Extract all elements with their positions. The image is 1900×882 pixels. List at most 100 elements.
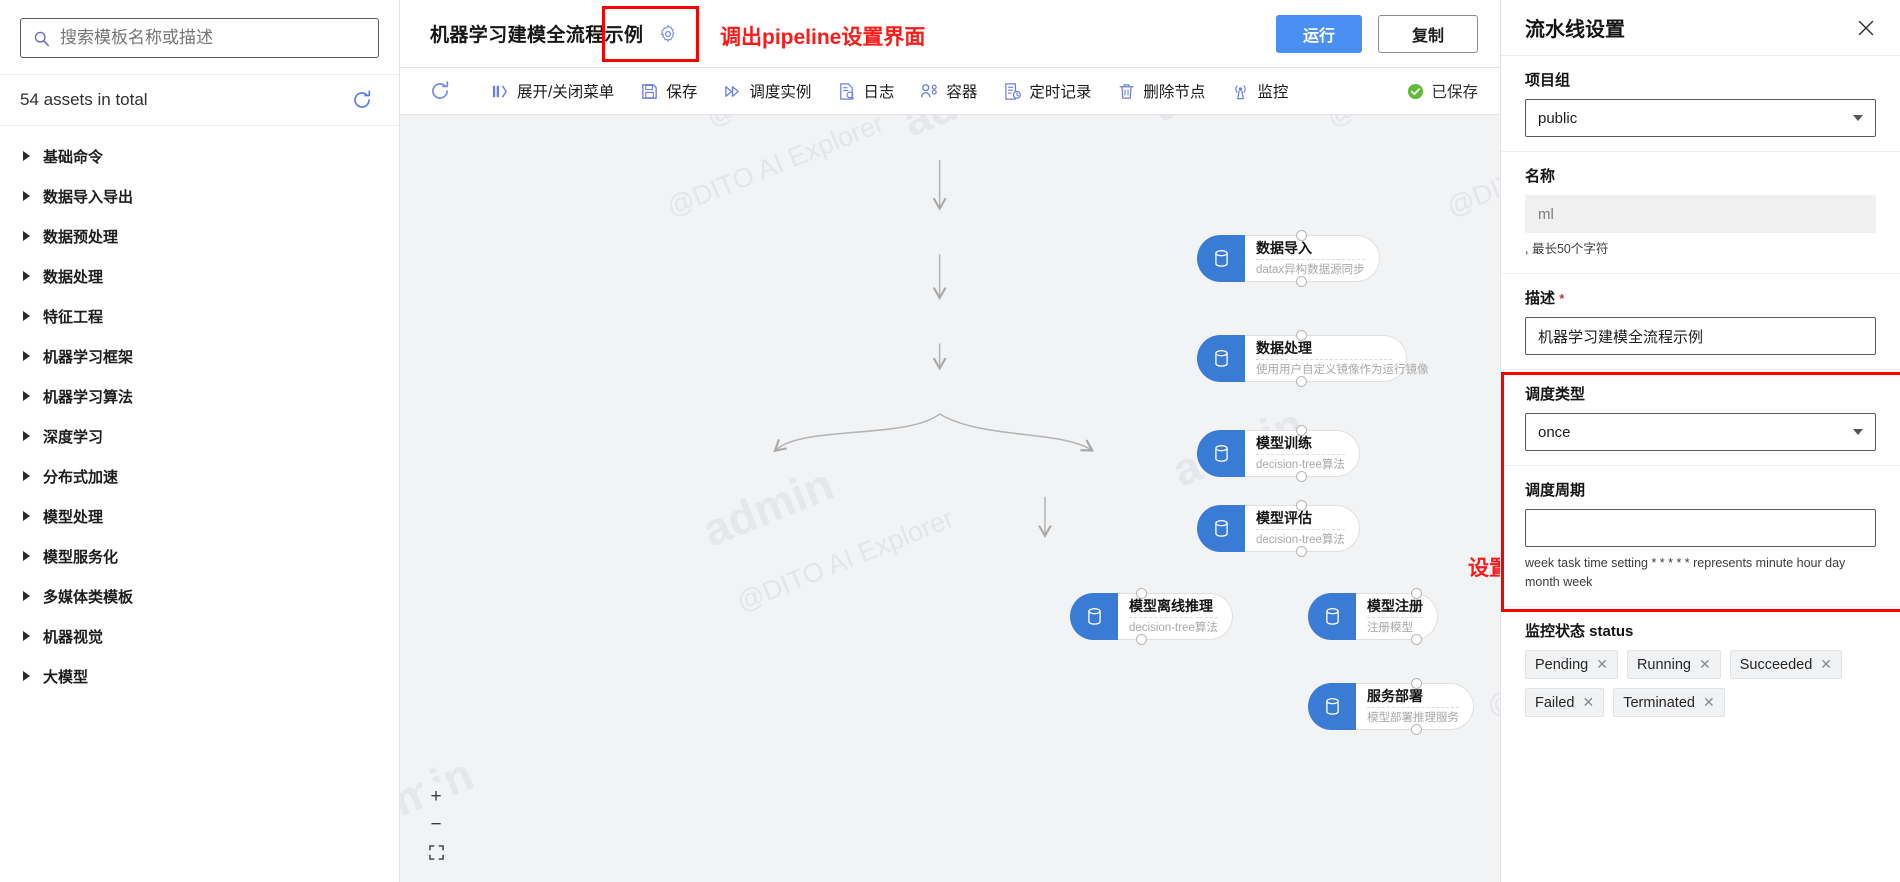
schedule-cycle-input[interactable]: [1525, 509, 1876, 547]
node-port-top[interactable]: [1296, 500, 1307, 511]
node-subtitle: decision-tree算法: [1256, 533, 1345, 546]
sidebar-item-6[interactable]: 机器学习算法: [0, 376, 399, 416]
container-icon: [921, 83, 938, 97]
remove-tag-icon[interactable]: ✕: [1583, 694, 1595, 711]
remove-tag-icon[interactable]: ✕: [1703, 694, 1715, 711]
sidebar-item-13[interactable]: 大模型: [0, 656, 399, 696]
pipeline-node-5[interactable]: 模型注册 注册模型: [1308, 588, 1500, 645]
fit-screen-icon: [428, 844, 444, 860]
status-badge: 已保存: [1407, 80, 1478, 102]
status-tag-failed[interactable]: Failed ✕: [1525, 688, 1605, 717]
copy-button[interactable]: 复制: [1378, 14, 1478, 53]
remove-tag-icon[interactable]: ✕: [1699, 656, 1711, 673]
node-title: 数据处理: [1256, 340, 1392, 360]
sidebar-item-4[interactable]: 特征工程: [0, 296, 399, 336]
sidebar-item-9[interactable]: 模型处理: [0, 496, 399, 536]
pipeline-settings-button[interactable]: [655, 21, 681, 47]
name-input[interactable]: ml: [1525, 195, 1876, 233]
sidebar-item-7[interactable]: 深度学习: [0, 416, 399, 456]
toolbar-item-schedule-record[interactable]: 定时记录: [990, 68, 1104, 114]
chevron-right-icon: [23, 351, 30, 361]
fit-screen-button[interactable]: [422, 838, 450, 866]
project-group-value: public: [1538, 109, 1578, 127]
node-port-bottom[interactable]: [1411, 724, 1422, 735]
sidebar-item-3[interactable]: 数据处理: [0, 256, 399, 296]
toolbar-item-menu-toggle[interactable]: 展开/关闭菜单: [478, 68, 627, 114]
sidebar-item-12[interactable]: 机器视觉: [0, 616, 399, 656]
node-subtitle: 注册模型: [1367, 621, 1413, 634]
schedule-type-select[interactable]: once: [1525, 413, 1876, 451]
remove-tag-icon[interactable]: ✕: [1596, 656, 1608, 673]
run-button[interactable]: 运行: [1276, 14, 1362, 53]
description-input[interactable]: 机器学习建模全流程示例: [1525, 317, 1876, 355]
node-port-bottom[interactable]: [1136, 634, 1147, 645]
status-tag-succeeded[interactable]: Succeeded ✕: [1729, 650, 1842, 679]
chevron-right-icon: [23, 591, 30, 601]
node-title: 模型注册: [1367, 598, 1423, 618]
sidebar-item-11[interactable]: 多媒体类模板: [0, 576, 399, 616]
assets-summary-row: 54 assets in total: [0, 75, 399, 126]
toolbar-item-log[interactable]: 日志: [824, 68, 907, 114]
node-port-bottom[interactable]: [1296, 376, 1307, 387]
node-title: 模型离线推理: [1129, 598, 1218, 618]
monitor-status-label: 监控状态 status: [1525, 623, 1634, 640]
node-body: 数据导入 datax异构数据源同步: [1245, 235, 1380, 282]
search-box[interactable]: [20, 18, 379, 58]
sidebar-item-2[interactable]: 数据预处理: [0, 216, 399, 256]
description-value: 机器学习建模全流程示例: [1538, 328, 1704, 346]
pipeline-node-6[interactable]: 服务部署 模型部署推理服务: [1308, 678, 1500, 735]
title-actions: 运行 复制: [1276, 14, 1478, 53]
node-body: 服务部署 模型部署推理服务: [1356, 683, 1474, 730]
sidebar-item-label: 数据导入导出: [43, 188, 134, 206]
refresh-icon[interactable]: [351, 89, 373, 111]
toolbar-item-label: 调度实例: [749, 84, 812, 101]
sidebar-item-10[interactable]: 模型服务化: [0, 536, 399, 576]
project-group-select[interactable]: public: [1525, 99, 1876, 137]
toolbar-item-monitor[interactable]: 监控: [1218, 68, 1301, 114]
node-title: 服务部署: [1367, 688, 1459, 708]
sidebar-item-1[interactable]: 数据导入导出: [0, 176, 399, 216]
node-port-bottom[interactable]: [1411, 634, 1422, 645]
trash-icon: [1119, 83, 1134, 99]
remove-tag-icon[interactable]: ✕: [1820, 656, 1832, 673]
pipeline-node-4[interactable]: 模型离线推理 decision-tree算法: [1070, 588, 1282, 645]
toolbar-item-save[interactable]: 保存: [627, 68, 710, 114]
node-port-top[interactable]: [1411, 678, 1422, 689]
search-input[interactable]: [60, 28, 366, 48]
node-port-bottom[interactable]: [1296, 546, 1307, 557]
field-schedule-type: 调度类型 once: [1501, 370, 1900, 466]
close-icon[interactable]: [1856, 18, 1876, 38]
sidebar-item-8[interactable]: 分布式加速: [0, 456, 399, 496]
toolbar-item-delete-node[interactable]: 删除节点: [1104, 68, 1218, 114]
search-section: [0, 0, 399, 75]
template-category-tree: 基础命令 数据导入导出 数据预处理 数据处理 特征工程 机器学习框架 机器学习算…: [0, 126, 399, 696]
node-port-bottom[interactable]: [1296, 471, 1307, 482]
pipeline-node-3[interactable]: 模型评估 decision-tree算法: [1197, 500, 1407, 557]
node-port-top[interactable]: [1296, 330, 1307, 341]
sidebar-item-5[interactable]: 机器学习框架: [0, 336, 399, 376]
node-port-bottom[interactable]: [1296, 276, 1307, 287]
zoom-out-button[interactable]: −: [422, 810, 450, 838]
status-tag-running[interactable]: Running ✕: [1626, 650, 1721, 679]
zoom-in-button[interactable]: +: [422, 782, 450, 810]
refresh-icon[interactable]: [428, 79, 452, 103]
pipeline-node-2[interactable]: 模型训练 decision-tree算法: [1197, 425, 1407, 482]
chevron-right-icon: [23, 471, 30, 481]
node-port-top[interactable]: [1136, 588, 1147, 599]
pipeline-node-0[interactable]: 数据导入 datax异构数据源同步: [1197, 230, 1407, 287]
node-port-top[interactable]: [1296, 230, 1307, 241]
status-tag-terminated[interactable]: Terminated ✕: [1613, 688, 1725, 717]
menu-toggle-icon: [492, 84, 508, 98]
chevron-right-icon: [23, 631, 30, 641]
node-port-top[interactable]: [1411, 588, 1422, 599]
chevron-right-icon: [23, 391, 30, 401]
pipeline-node-1[interactable]: 数据处理 使用用户自定义镜像作为运行镜像: [1197, 330, 1429, 387]
node-port-top[interactable]: [1296, 425, 1307, 436]
sidebar-item-0[interactable]: 基础命令: [0, 136, 399, 176]
field-project-group: 项目组 public: [1501, 56, 1900, 152]
toolbar-item-container[interactable]: 容器: [907, 68, 990, 114]
sidebar-item-label: 机器学习框架: [43, 348, 134, 366]
pipeline-canvas[interactable]: 数据导入 datax异构数据源同步 数据处理 使用用户自定义镜像作为运行镜像 模…: [400, 115, 1500, 882]
toolbar-item-run-instance[interactable]: 调度实例: [710, 68, 824, 114]
status-tag-pending[interactable]: Pending ✕: [1525, 650, 1618, 679]
